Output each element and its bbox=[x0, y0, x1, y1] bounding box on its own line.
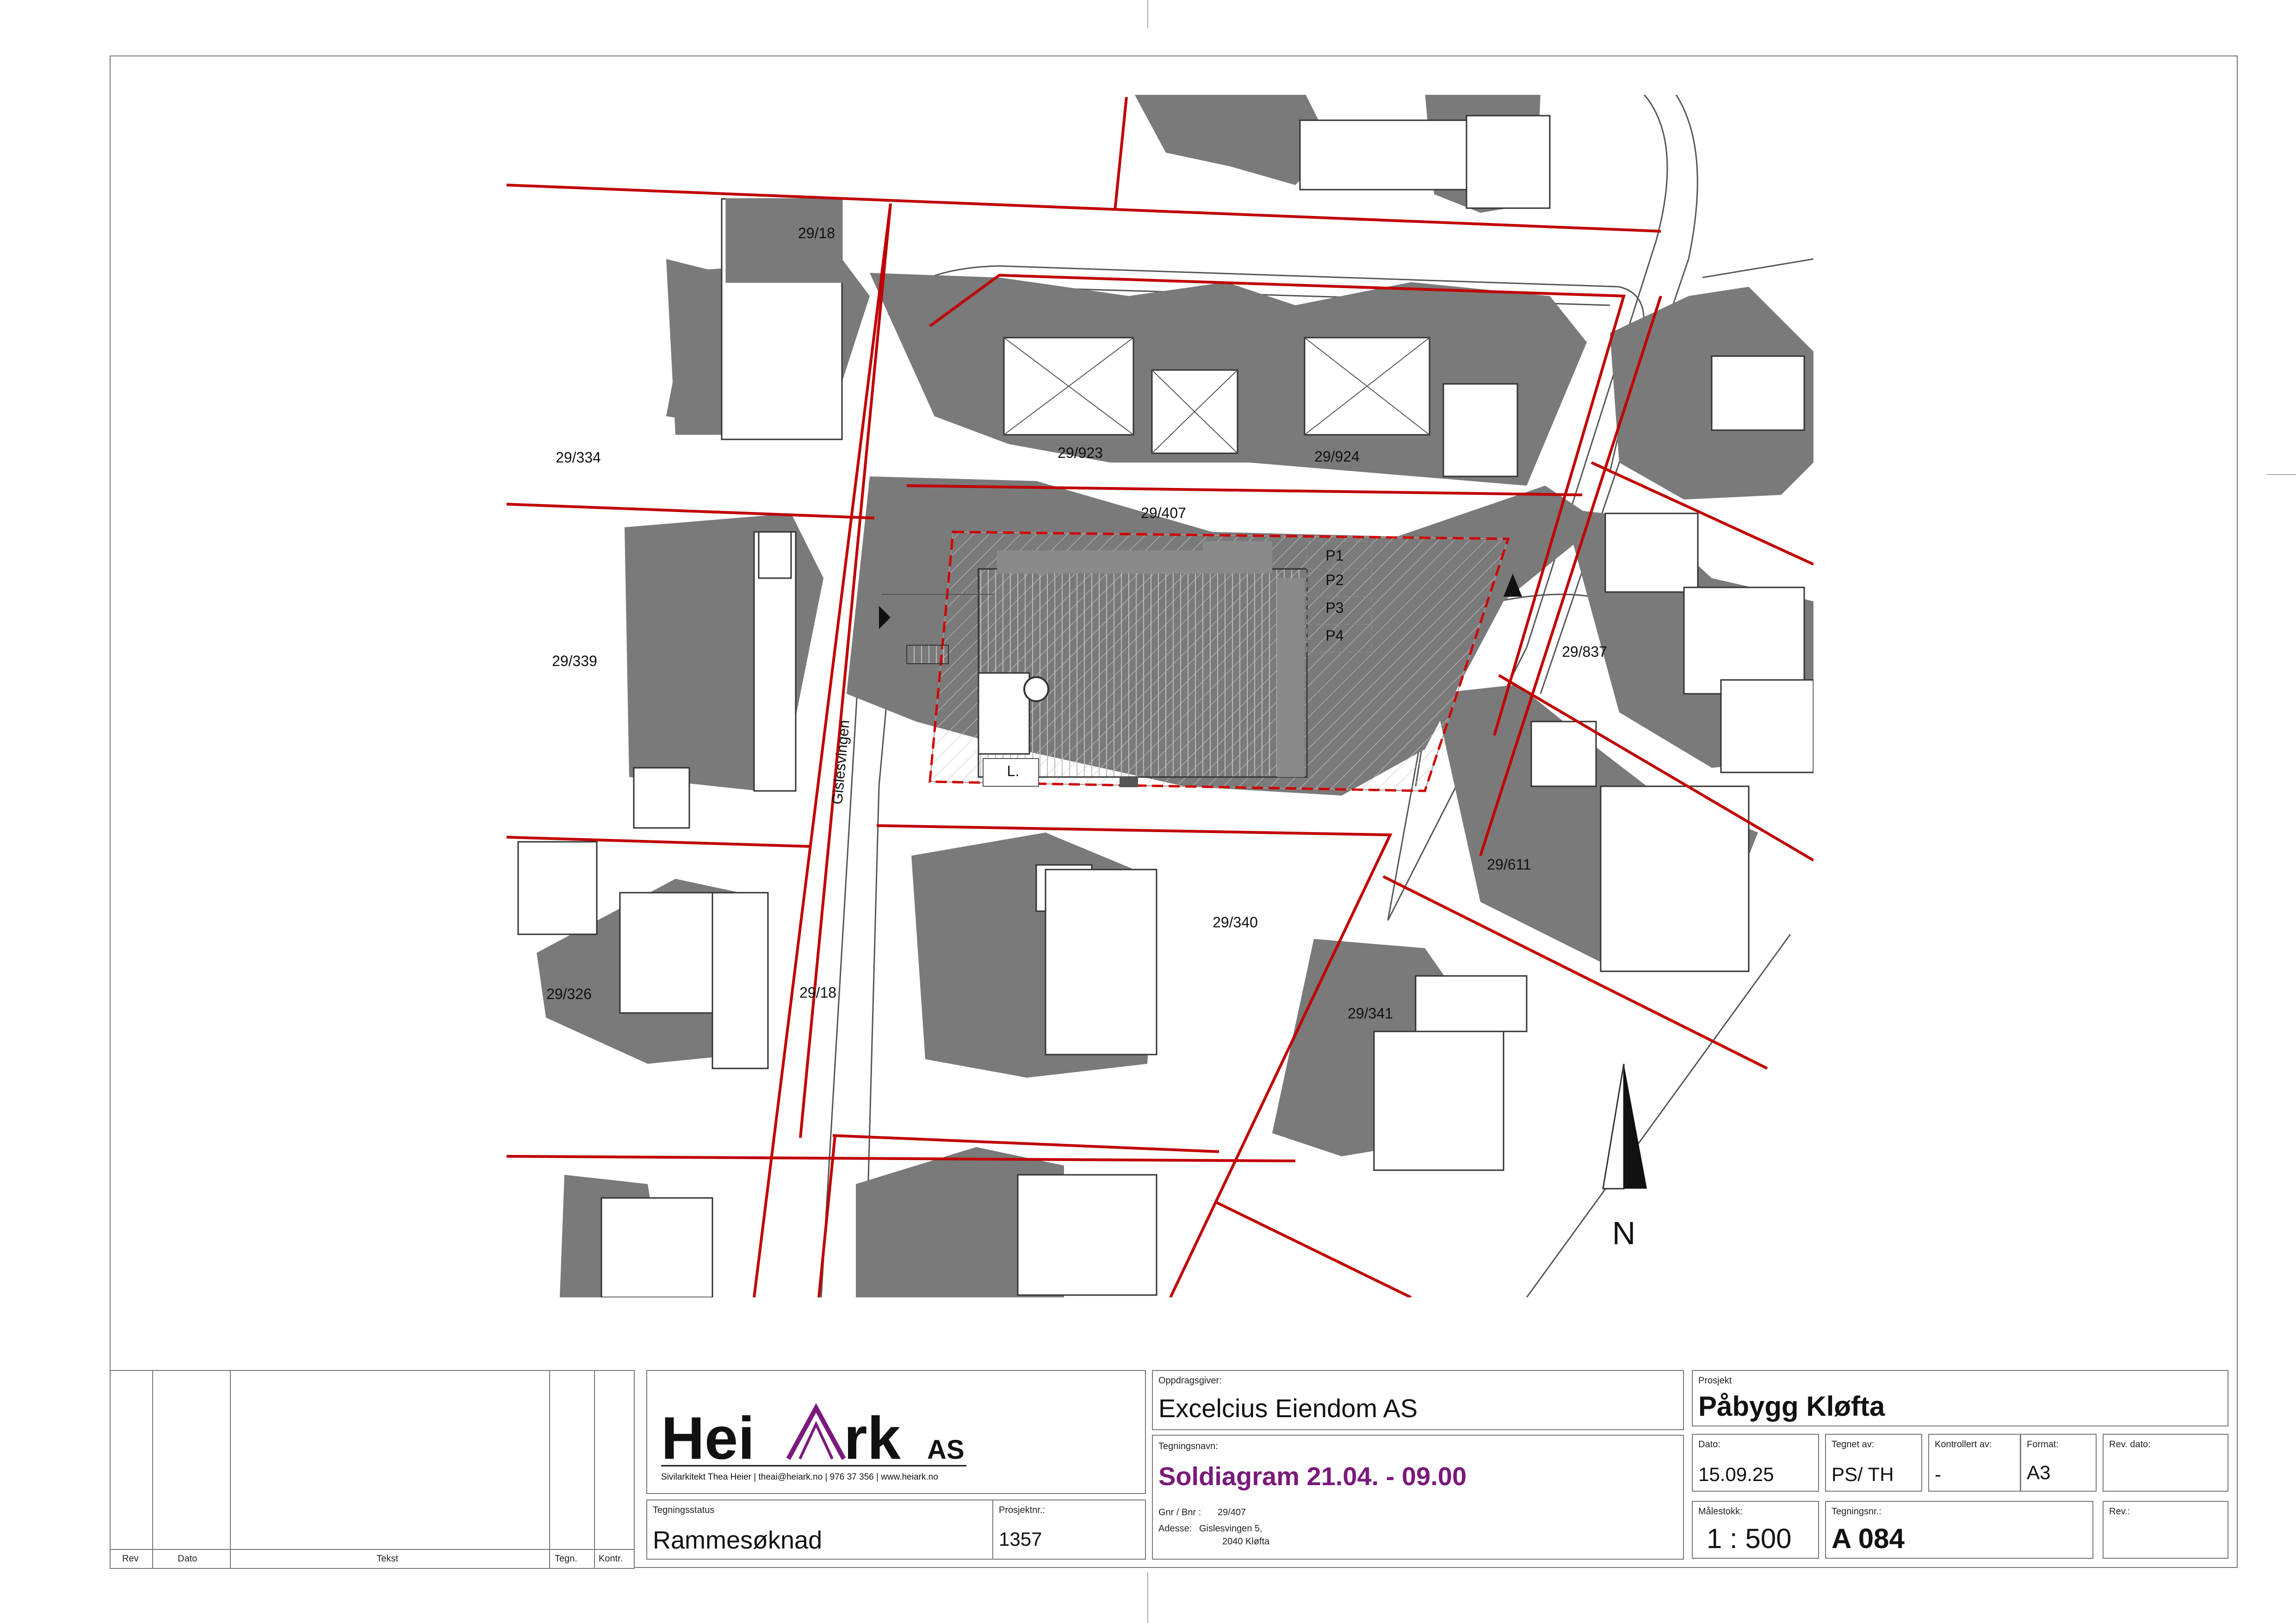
scale-label: Målestokk: bbox=[1698, 1506, 1743, 1517]
address-line1: Gislesvingen 5, bbox=[1199, 1524, 1262, 1534]
checked-by-value: - bbox=[1935, 1463, 1941, 1485]
drawing-no-box: Tegningsnr.: A 084 bbox=[1825, 1501, 2093, 1559]
fold-mark-bottom bbox=[1147, 1573, 1148, 1623]
rev-col-divider bbox=[230, 1371, 231, 1568]
rev-label: Rev.: bbox=[2109, 1506, 2130, 1517]
parcel-label: 29/18 bbox=[799, 984, 836, 1001]
status-value: Rammesøknad bbox=[653, 1526, 823, 1554]
logo-name-a: Hei bbox=[661, 1404, 755, 1472]
parcel-label: 29/334 bbox=[556, 449, 601, 466]
logo-tagline: Sivilarkitekt Thea Heier | theai@heiark.… bbox=[661, 1472, 938, 1482]
parcel-label: 29/340 bbox=[1213, 914, 1258, 931]
client-label: Oppdragsgiver: bbox=[1158, 1376, 1222, 1386]
road-label: Gislesvingen bbox=[829, 719, 853, 805]
rev-col-divider bbox=[594, 1371, 595, 1568]
parcel-label: 29/407 bbox=[1141, 505, 1186, 521]
drawn-by-box: Tegnet av: PS/ TH bbox=[1825, 1434, 1922, 1492]
project-no-label: Prosjektnr.: bbox=[999, 1505, 1046, 1515]
parcel-label: 29/837 bbox=[1562, 643, 1607, 660]
rev-col-divider bbox=[549, 1371, 550, 1568]
status-label: Tegningsstatus bbox=[653, 1505, 715, 1515]
drawing-name-box: Tegningsnavn: Soldiagram 21.04. - 09.00 … bbox=[1152, 1435, 1684, 1560]
parcel-label: 29/924 bbox=[1314, 448, 1360, 465]
north-label: N bbox=[1612, 1215, 1636, 1251]
site-plan: N 29/18 29/334 29/923 29/924 29/407 29/3… bbox=[507, 95, 1813, 1297]
site-marker: L. bbox=[1007, 763, 1020, 779]
project-label: Prosjekt bbox=[1698, 1376, 1732, 1386]
address-line2: 2040 Kløfta bbox=[1222, 1537, 1270, 1547]
drawn-by-value: PS/ TH bbox=[1832, 1463, 1894, 1485]
rev-date-box: Rev. dato: bbox=[2103, 1434, 2228, 1492]
date-box: Dato: 15.09.25 bbox=[1692, 1434, 1819, 1492]
rev-header-divider bbox=[111, 1549, 634, 1550]
parcel-label: 29/18 bbox=[798, 225, 835, 241]
rev-col-divider bbox=[152, 1371, 153, 1568]
parking-label: P1 bbox=[1325, 547, 1343, 564]
drawing-name-value: Soldiagram 21.04. - 09.00 bbox=[1158, 1462, 1467, 1491]
rev-header-dato: Dato bbox=[178, 1554, 198, 1564]
client-box: Oppdragsgiver: Excelcius Eiendom AS bbox=[1152, 1370, 1684, 1430]
parcel-label: 29/341 bbox=[1348, 1005, 1393, 1022]
drawn-by-label: Tegnet av: bbox=[1832, 1439, 1875, 1450]
drawing-no-value: A 084 bbox=[1832, 1523, 1905, 1554]
project-no-value: 1357 bbox=[999, 1528, 1042, 1550]
gnr-value: 29/407 bbox=[1218, 1507, 1246, 1518]
parking-label: P4 bbox=[1325, 627, 1343, 644]
arch-mark-icon bbox=[786, 1403, 846, 1460]
rev-header-rev: Rev bbox=[122, 1554, 139, 1564]
scale-box: Målestokk: 1 : 500 bbox=[1692, 1501, 1819, 1559]
project-value: Påbygg Kløfta bbox=[1698, 1391, 1885, 1422]
date-value: 15.09.25 bbox=[1698, 1463, 1774, 1485]
rev-date-label: Rev. dato: bbox=[2109, 1439, 2151, 1450]
rev-header-kontr: Kontr. bbox=[599, 1554, 623, 1564]
logo-box: Hei rk AS Sivilarkitekt Thea Heier | the… bbox=[646, 1370, 1146, 1494]
logo-suffix: AS bbox=[927, 1435, 965, 1465]
revision-table: Rev Dato Tekst Tegn. Kontr. bbox=[110, 1370, 635, 1569]
project-site bbox=[879, 531, 1522, 792]
scale-value: 1 : 500 bbox=[1707, 1523, 1792, 1554]
project-no-box: Prosjektnr.: 1357 bbox=[992, 1500, 1146, 1560]
drawing-name-label: Tegningsnavn: bbox=[1158, 1441, 1218, 1451]
client-value: Excelcius Eiendom AS bbox=[1158, 1394, 1418, 1423]
parcel-label: 29/923 bbox=[1058, 444, 1103, 461]
format-box: Format: A3 bbox=[2020, 1434, 2097, 1492]
checked-by-box: Kontrollert av: - bbox=[1928, 1434, 2021, 1492]
rev-header-tekst: Tekst bbox=[377, 1554, 398, 1564]
format-value: A3 bbox=[2027, 1462, 2051, 1483]
drawing-no-label: Tegningsnr.: bbox=[1832, 1506, 1881, 1517]
parcel-label: 29/339 bbox=[552, 653, 597, 669]
status-box: Tegningsstatus Rammesøknad bbox=[646, 1500, 998, 1560]
address-label: Adesse: bbox=[1158, 1524, 1192, 1534]
logo-name-b: rk bbox=[844, 1404, 901, 1472]
checked-by-label: Kontrollert av: bbox=[1935, 1439, 1992, 1450]
format-label: Format: bbox=[2027, 1439, 2059, 1450]
parcel-label: 29/326 bbox=[546, 986, 592, 1002]
date-label: Dato: bbox=[1698, 1439, 1720, 1450]
parking-label: P3 bbox=[1325, 599, 1343, 616]
north-arrow: N bbox=[1602, 1063, 1647, 1251]
rev-box: Rev.: bbox=[2103, 1501, 2228, 1559]
parking-label: P2 bbox=[1325, 572, 1343, 588]
project-box: Prosjekt Påbygg Kløfta bbox=[1692, 1370, 2228, 1426]
rev-header-tegn: Tegn. bbox=[555, 1554, 577, 1564]
gnr-label: Gnr / Bnr : bbox=[1158, 1507, 1201, 1518]
heiark-logo: Hei rk AS Sivilarkitekt Thea Heier | the… bbox=[661, 1403, 966, 1482]
parcel-label: 29/611 bbox=[1487, 856, 1531, 873]
